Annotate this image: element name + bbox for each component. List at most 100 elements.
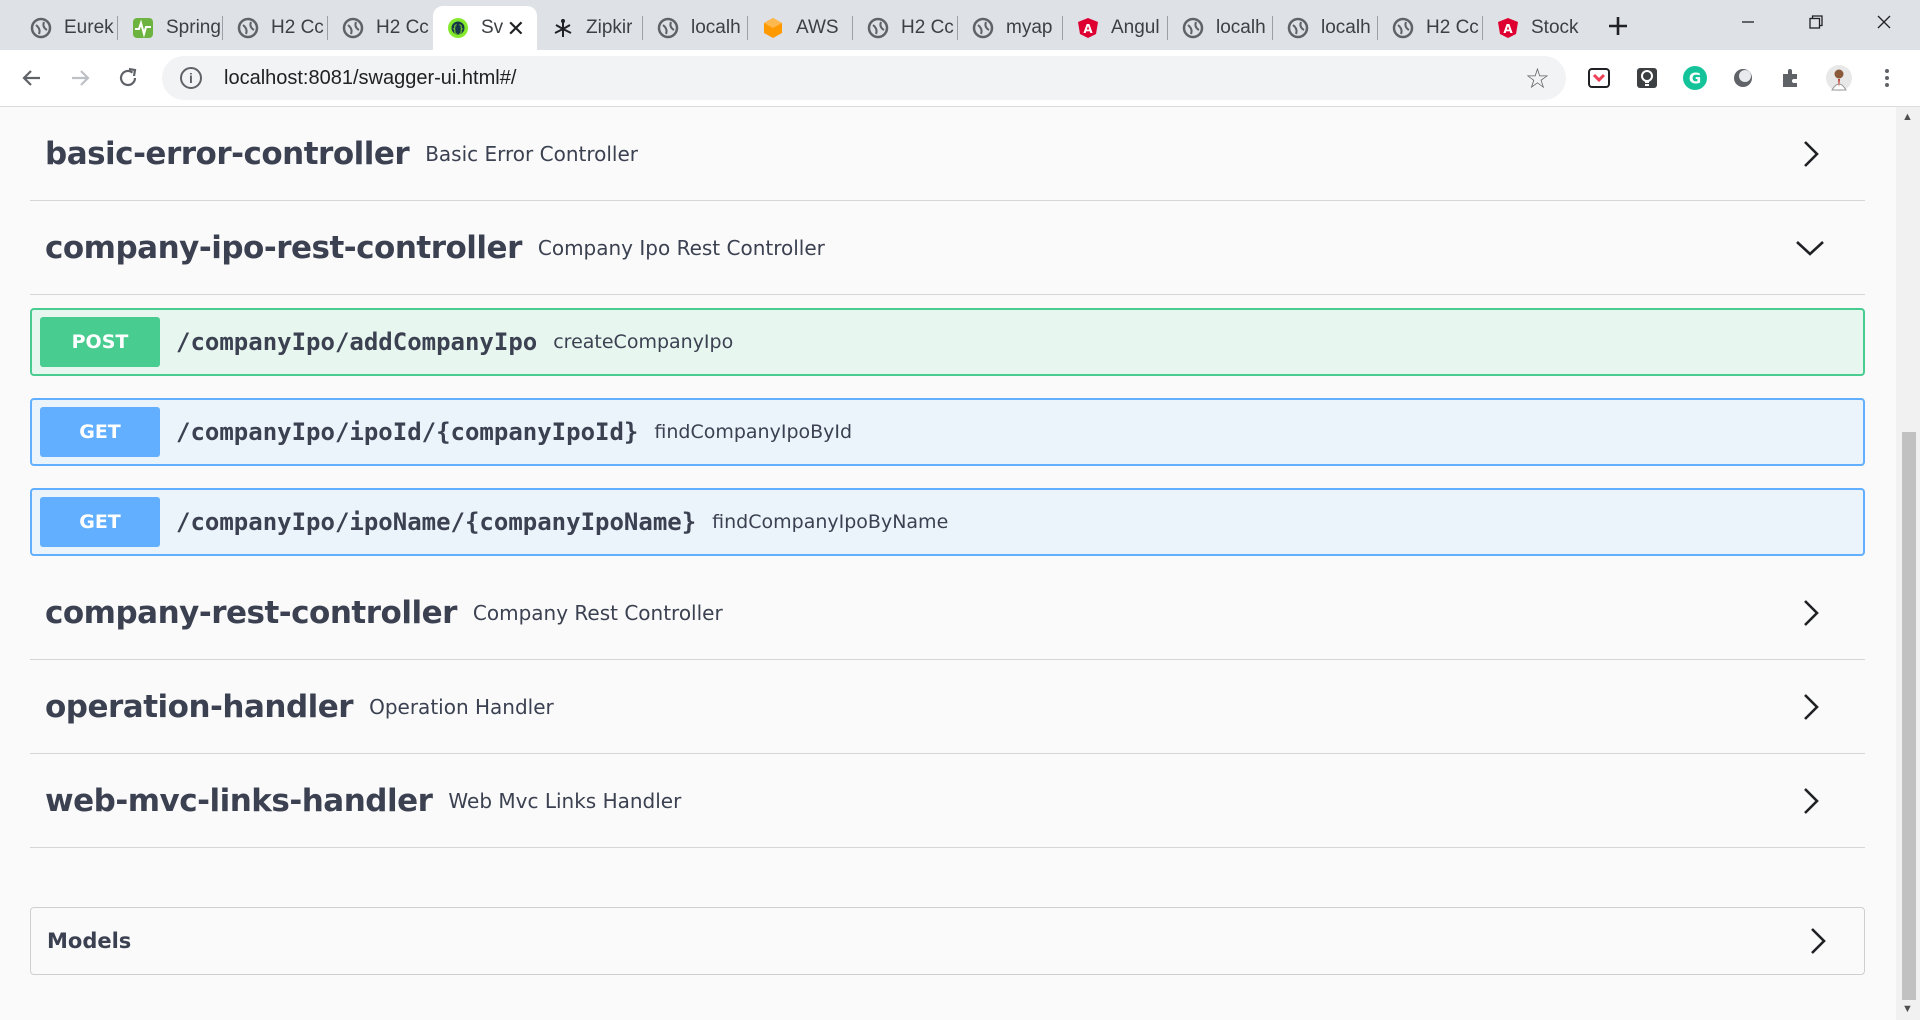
- reload-button[interactable]: [110, 60, 146, 96]
- browser-tab[interactable]: A Angul: [1063, 6, 1167, 50]
- svg-text:{}: {}: [452, 24, 465, 35]
- circle-extension-icon[interactable]: [1729, 64, 1757, 92]
- globe-icon: [342, 17, 364, 39]
- minimize-button[interactable]: [1714, 0, 1782, 44]
- scrollbar-thumb[interactable]: [1902, 432, 1916, 1000]
- browser-tab[interactable]: myap: [958, 6, 1062, 50]
- scroll-down-arrow-icon[interactable]: ▼: [1902, 1003, 1913, 1015]
- browser-tab[interactable]: AWS: [748, 6, 852, 50]
- operation-summary: createCompanyIpo: [553, 331, 734, 353]
- url-text[interactable]: localhost:8081/swagger-ui.html#/: [224, 67, 516, 90]
- address-bar[interactable]: i localhost:8081/swagger-ui.html#/ ☆: [162, 56, 1566, 100]
- browser-tab-active[interactable]: {} Sv ✕: [433, 6, 537, 50]
- tab-title: localh: [1321, 17, 1371, 38]
- chevron-right-icon[interactable]: [1793, 596, 1827, 630]
- tag-section-company-rest-controller[interactable]: company-rest-controller Company Rest Con…: [30, 566, 1865, 660]
- tag-name[interactable]: company-ipo-rest-controller: [45, 230, 522, 266]
- operation-path: /companyIpo/ipoId/{companyIpoId}: [176, 418, 639, 446]
- extensions-puzzle-icon[interactable]: [1777, 64, 1805, 92]
- browser-tab[interactable]: H2 Cc: [328, 6, 432, 50]
- profile-avatar[interactable]: [1825, 64, 1853, 92]
- aws-icon: [762, 17, 784, 39]
- browser-tab[interactable]: Eurek: [16, 6, 116, 50]
- tag-description: Web Mvc Links Handler: [448, 788, 682, 813]
- tag-name[interactable]: operation-handler: [45, 689, 354, 725]
- chevron-right-icon[interactable]: [1793, 137, 1827, 171]
- browser-tab[interactable]: Zipkir: [538, 6, 642, 50]
- tab-title: Angul: [1111, 17, 1160, 38]
- svg-text:G: G: [1689, 70, 1701, 88]
- tag-section-web-mvc-links-handler[interactable]: web-mvc-links-handler Web Mvc Links Hand…: [30, 754, 1865, 848]
- chevron-right-icon[interactable]: [1793, 784, 1827, 818]
- scroll-up-arrow-icon[interactable]: ▲: [1902, 111, 1913, 123]
- angular-icon: A: [1077, 17, 1099, 39]
- forward-button[interactable]: [62, 60, 98, 96]
- browser-tab[interactable]: localh: [643, 6, 747, 50]
- operation-get-by-id[interactable]: GET /companyIpo/ipoId/{companyIpoId} fin…: [30, 398, 1865, 466]
- restore-icon: [1809, 15, 1823, 29]
- browser-tab[interactable]: H2 Cc: [223, 6, 327, 50]
- plus-icon: [1609, 17, 1627, 35]
- pocket-extension-icon[interactable]: [1585, 64, 1613, 92]
- operation-path: /companyIpo/ipoName/{companyIpoName}: [176, 508, 697, 536]
- globe-icon: [657, 17, 679, 39]
- operation-post-add-company-ipo[interactable]: POST /companyIpo/addCompanyIpo createCom…: [30, 308, 1865, 376]
- browser-tab[interactable]: H2 Cc: [853, 6, 957, 50]
- tab-close-icon[interactable]: ✕: [507, 16, 525, 42]
- restore-button[interactable]: [1782, 0, 1850, 44]
- browser-tab[interactable]: Spring: [118, 6, 222, 50]
- chevron-right-icon[interactable]: [1793, 690, 1827, 724]
- operation-get-by-name[interactable]: GET /companyIpo/ipoName/{companyIpoName}…: [30, 488, 1865, 556]
- globe-icon: [1392, 17, 1414, 39]
- tag-section-company-ipo-rest-controller[interactable]: company-ipo-rest-controller Company Ipo …: [30, 201, 1865, 295]
- tag-name[interactable]: web-mvc-links-handler: [45, 783, 433, 819]
- globe-icon: [237, 17, 259, 39]
- tab-title: Eurek: [64, 17, 114, 38]
- grammarly-extension-icon[interactable]: G: [1681, 64, 1709, 92]
- arrow-right-icon: [72, 70, 90, 86]
- reload-icon: [119, 67, 137, 87]
- new-tab-button[interactable]: [1596, 4, 1640, 48]
- spring-pulse-icon: [132, 17, 154, 39]
- tab-title: Spring: [166, 17, 221, 38]
- minimize-icon: [1742, 21, 1754, 23]
- operation-summary: findCompanyIpoById: [654, 421, 853, 443]
- chevron-down-icon[interactable]: [1793, 231, 1827, 265]
- browser-tab[interactable]: H2 Cc: [1378, 6, 1482, 50]
- browser-tab-strip: Eurek Spring H2 Cc H2 Cc {} Sv ✕ Zipkir …: [0, 0, 1920, 50]
- zipkin-icon: [552, 17, 574, 39]
- page-scrollbar[interactable]: ▲ ▼: [1896, 107, 1920, 1020]
- globe-icon: [972, 17, 994, 39]
- globe-icon: [1287, 17, 1309, 39]
- tab-title: H2 Cc: [376, 17, 429, 38]
- close-window-button[interactable]: [1850, 0, 1918, 44]
- browser-tab[interactable]: localh: [1273, 6, 1377, 50]
- globe-icon: [867, 17, 889, 39]
- close-icon: [1877, 15, 1891, 29]
- tag-section-operation-handler[interactable]: operation-handler Operation Handler: [30, 660, 1865, 754]
- chevron-right-icon[interactable]: [1800, 924, 1834, 958]
- operation-path: /companyIpo/addCompanyIpo: [176, 328, 538, 356]
- browser-tab[interactable]: A Stock: [1483, 6, 1587, 50]
- tab-title: H2 Cc: [1426, 17, 1479, 38]
- browser-menu-icon[interactable]: [1873, 64, 1901, 92]
- site-info-icon[interactable]: i: [180, 67, 202, 89]
- globe-icon: [1182, 17, 1204, 39]
- bookmark-star-icon[interactable]: ☆: [1525, 62, 1550, 95]
- operation-summary: findCompanyIpoByName: [712, 511, 949, 533]
- lightbulb-extension-icon[interactable]: [1633, 64, 1661, 92]
- tab-title: Zipkir: [586, 17, 633, 38]
- tab-title: Stock: [1531, 17, 1579, 38]
- models-section[interactable]: Models: [30, 907, 1865, 975]
- swagger-page: basic-error-controller Basic Error Contr…: [0, 107, 1896, 1020]
- angular-icon: A: [1497, 17, 1519, 39]
- browser-tab[interactable]: localh: [1168, 6, 1272, 50]
- method-badge: POST: [40, 317, 160, 367]
- tag-name[interactable]: basic-error-controller: [45, 136, 410, 172]
- tag-description: Company Ipo Rest Controller: [537, 235, 825, 260]
- globe-icon: [30, 17, 52, 39]
- tag-name[interactable]: company-rest-controller: [45, 595, 457, 631]
- tag-section-basic-error-controller[interactable]: basic-error-controller Basic Error Contr…: [30, 107, 1865, 201]
- tab-title: H2 Cc: [271, 17, 324, 38]
- back-button[interactable]: [14, 60, 50, 96]
